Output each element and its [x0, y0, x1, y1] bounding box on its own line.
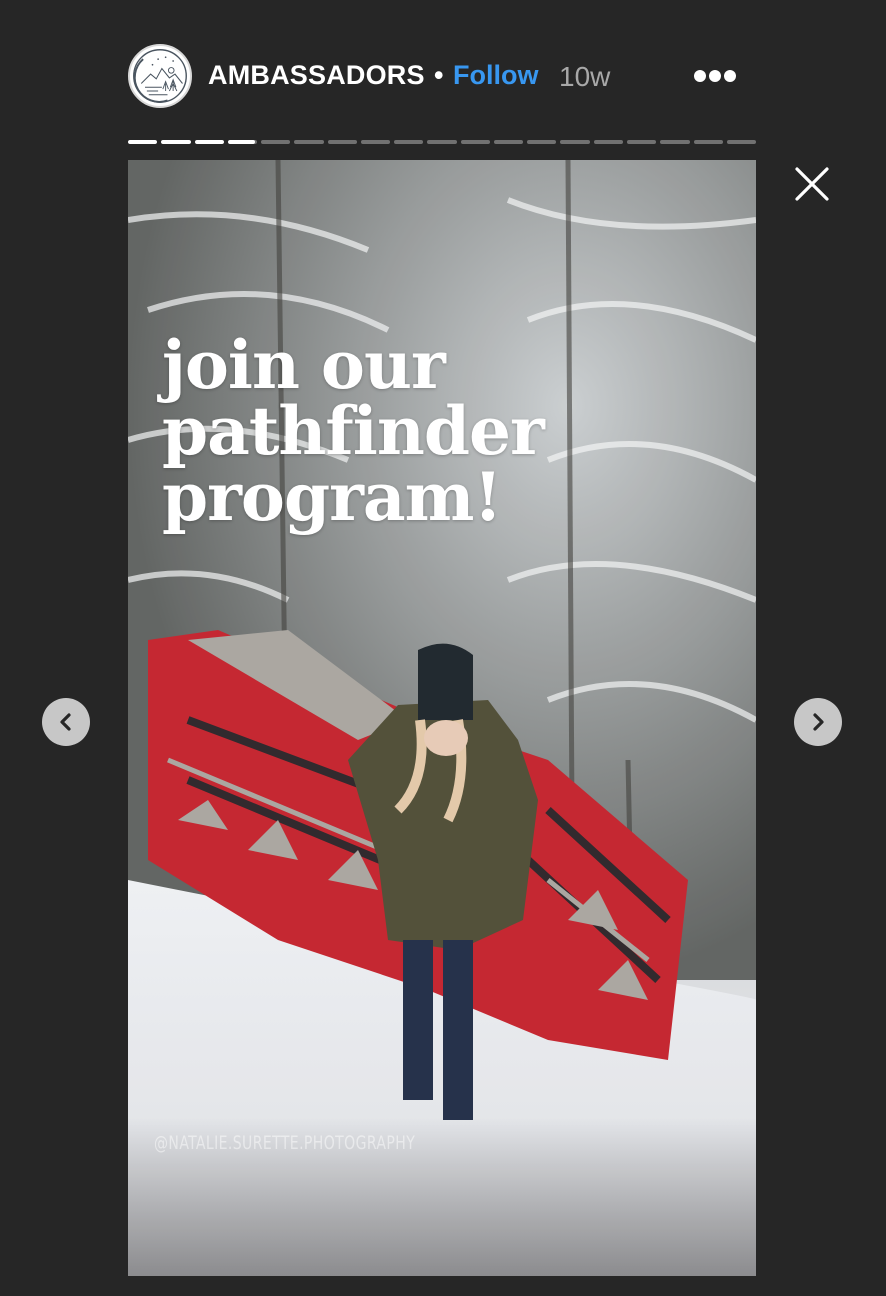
- progress-segment: [726, 140, 757, 144]
- progress-segment: [527, 140, 557, 144]
- avatar[interactable]: [128, 44, 192, 108]
- separator-dot: •: [434, 60, 444, 90]
- story-header: AMBASSADORS • Follow 10w: [128, 44, 756, 108]
- progress-segment: [227, 140, 258, 144]
- dot: [724, 70, 736, 82]
- more-options-icon[interactable]: [694, 66, 738, 86]
- progress-segment: [560, 140, 590, 144]
- progress-segment: [161, 140, 191, 144]
- headline-line: pathfinder: [162, 392, 545, 470]
- headline-line: program!: [162, 458, 502, 536]
- progress-segment: [194, 140, 224, 144]
- progress-segment: [128, 140, 158, 144]
- close-button[interactable]: [794, 166, 830, 202]
- chevron-left-icon: [60, 713, 71, 731]
- progress-segment-fill: [128, 140, 158, 144]
- story-media[interactable]: join our pathfinder program! @NATALIE.SU…: [128, 160, 756, 1276]
- progress-segment: [626, 140, 657, 144]
- story-headline: join our pathfinder program!: [162, 326, 545, 536]
- progress-segment: [327, 140, 357, 144]
- mountain-moon-logo-icon: [133, 49, 187, 103]
- story-progress-bar: [128, 140, 757, 144]
- progress-segment: [593, 140, 623, 144]
- progress-segment-fill: [227, 140, 255, 144]
- bottom-gradient: [128, 1116, 756, 1276]
- chevron-right-icon: [813, 713, 824, 731]
- progress-segment: [660, 140, 690, 144]
- headline-line: join our: [162, 326, 446, 404]
- progress-segment: [294, 140, 324, 144]
- progress-segment: [693, 140, 723, 144]
- progress-segment: [427, 140, 457, 144]
- previous-story-button[interactable]: [42, 698, 90, 746]
- progress-segment-fill: [161, 140, 191, 144]
- dot: [709, 70, 721, 82]
- progress-segment: [261, 140, 291, 144]
- progress-segment: [360, 140, 391, 144]
- close-icon: [795, 167, 829, 201]
- timestamp: 10w: [559, 61, 611, 92]
- next-story-button[interactable]: [794, 698, 842, 746]
- progress-segment: [460, 140, 490, 144]
- progress-segment-fill: [194, 140, 224, 144]
- username[interactable]: AMBASSADORS: [208, 60, 425, 91]
- progress-segment: [493, 140, 524, 144]
- progress-segment: [394, 140, 424, 144]
- dot: [694, 70, 706, 82]
- follow-button[interactable]: Follow: [453, 60, 538, 91]
